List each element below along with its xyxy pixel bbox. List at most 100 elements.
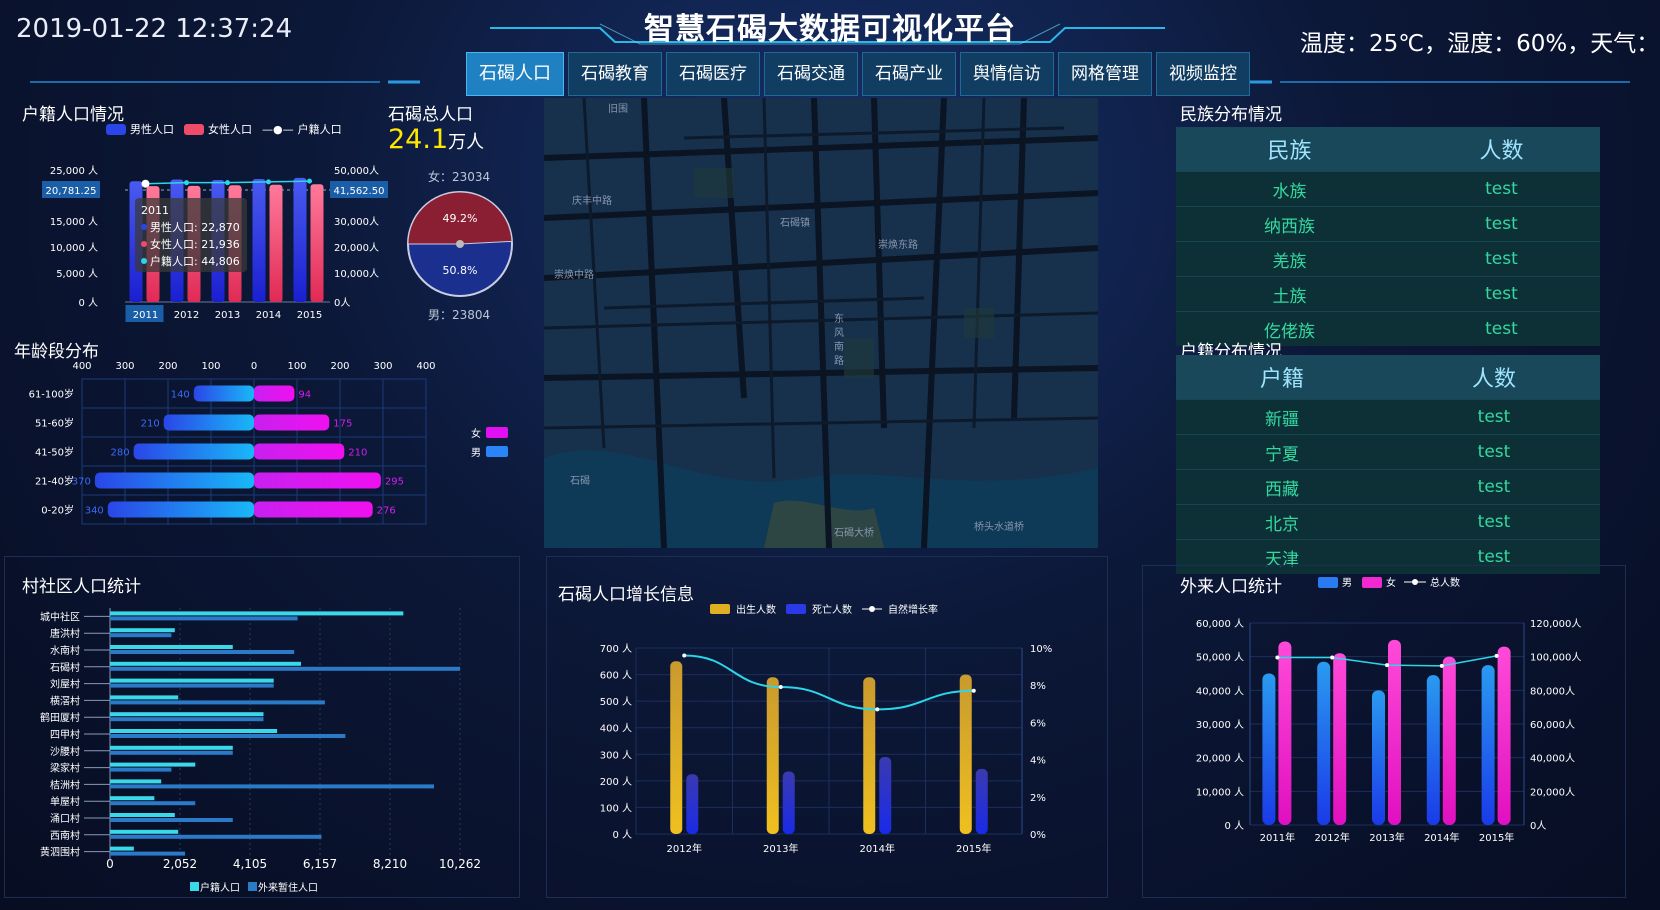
x-tick: 2015 [297, 310, 322, 321]
bar-birth [766, 677, 779, 834]
y2-tick: 4% [1030, 756, 1046, 767]
tab-7[interactable]: 视频监控 [1156, 52, 1250, 96]
table-cell: test [1388, 469, 1600, 505]
legend-label: 户籍人口 [297, 123, 342, 136]
bar-migrant [110, 784, 435, 789]
y-tick: 唐洪村 [50, 627, 80, 640]
x-tick: 4,105 [233, 857, 267, 871]
y-tick: 500 人 [600, 696, 632, 708]
map-label: 石碣大桥 [834, 528, 874, 539]
total-point [266, 179, 271, 185]
tab-1[interactable]: 石碣教育 [568, 52, 662, 96]
bar-death [782, 771, 795, 834]
tab-0[interactable]: 石碣人口 [466, 52, 564, 96]
male-count: 男：23804 [428, 308, 491, 322]
bar-male [1481, 665, 1495, 825]
x-tick: 2011 [133, 310, 158, 321]
y2-tick: 0% [1030, 830, 1046, 841]
x-tick: 2013年 [1369, 831, 1404, 844]
x-tick: 2014年 [1424, 831, 1459, 844]
bar-huji [110, 678, 274, 683]
tab-2[interactable]: 石碣医疗 [666, 52, 760, 96]
tab-3[interactable]: 石碣交通 [764, 52, 858, 96]
table-header: 人数 [1402, 127, 1600, 172]
tooltip-row: 女性人口: 21,936 [150, 237, 240, 251]
tab-4[interactable]: 石碣产业 [862, 52, 956, 96]
weather-text: 温度：25℃，湿度：60%，天气： [1300, 31, 1660, 57]
legend-dot [869, 606, 875, 612]
y-tick: 10,000 人 [50, 242, 98, 254]
bar-migrant [110, 767, 172, 772]
bar-birth [959, 674, 972, 834]
bar-death [975, 768, 988, 834]
tab-5[interactable]: 舆情信访 [960, 52, 1054, 96]
bar-female [254, 501, 373, 518]
y2-tick: 6% [1030, 718, 1046, 729]
y-tick: 单屋村 [50, 795, 80, 808]
map-panel[interactable]: 旧围 庆丰中路 石碣镇 崇焕东路 崇焕中路 东风南路 石碣 石碣大桥 桥头水道桥 [544, 98, 1098, 548]
tooltip-year: 2011 [141, 204, 169, 217]
x-tick: 2012年 [667, 842, 702, 855]
bar-female [1497, 646, 1511, 825]
y-tick: 涌口村 [50, 812, 80, 825]
legend-label: 总人数 [1430, 576, 1460, 589]
table-row: 羌族 test [1176, 241, 1600, 277]
y-tick: 300 人 [600, 749, 632, 761]
table-cell: 水族 [1176, 171, 1403, 207]
bar-huji [110, 695, 179, 700]
y-tick: 0 人 [612, 829, 632, 841]
y-tick: 25,000 人 [50, 165, 98, 177]
y2-tick: 80,000人 [1530, 685, 1575, 697]
y2-tick: 20,000人 [334, 242, 379, 254]
table-header-row: 民族 人数 [1176, 127, 1600, 172]
x-tick: 2013年 [763, 842, 798, 855]
x-tick: 2,052 [163, 857, 197, 871]
female-count: 女：23034 [428, 170, 491, 184]
legend-label: 男性人口 [130, 123, 174, 136]
tab-6[interactable]: 网格管理 [1058, 52, 1152, 96]
y-tick: 600 人 [600, 670, 632, 682]
y-tick: 0-20岁 [41, 504, 74, 517]
household-legend: 男性人口 女性人口 —●— 户籍人口 [106, 121, 342, 137]
map-label: 石碣 [570, 476, 590, 487]
legend-label: 女性人口 [208, 123, 252, 136]
y-tick: 21-40岁 [35, 475, 74, 488]
table-cell: test [1402, 311, 1600, 346]
bar-migrant [110, 801, 196, 806]
bar-male [1426, 675, 1440, 825]
legend-label: 男 [471, 447, 481, 459]
bar-huji [110, 779, 162, 784]
x-tick: 2013 [215, 310, 240, 321]
y-tick: 61-100岁 [29, 388, 74, 401]
huji-table-wrap: 户籍 人数 新疆 test 宁夏 test 西藏 test 北京 test 天津 test [1176, 355, 1600, 574]
y2-tick: 0人 [1530, 820, 1546, 832]
y-tick: 60,000 人 [1196, 618, 1244, 630]
legend-swatch [248, 882, 257, 891]
table-cell: 羌族 [1176, 241, 1403, 277]
legend-label: 自然增长率 [888, 603, 938, 616]
total-point [1439, 663, 1444, 668]
rate-point [778, 685, 783, 690]
bar-female [1278, 641, 1292, 825]
bar-huji [110, 846, 134, 851]
x-tick: 2014年 [860, 842, 895, 855]
table-cell: 纳西族 [1176, 206, 1403, 242]
y-tick: 50,000 人 [1196, 652, 1244, 664]
age-chart: 400 300 200 100 0 100 200 300 400 61-100岁 140 94 51-… [29, 361, 508, 525]
y-tick: 水南村 [50, 644, 80, 657]
x-tick: 400 [72, 361, 91, 372]
y-tick: 0 人 [1224, 820, 1244, 832]
x-tick: 300 [115, 361, 134, 372]
household-chart: 25,000 人 20,781.25 15,000 人 10,000 人 5,000 人… [42, 165, 388, 322]
total-point [307, 178, 312, 184]
legend-swatch [1362, 577, 1382, 588]
x-tick: 100 [287, 361, 306, 372]
legend-dot [1412, 579, 1418, 585]
table-row: 宁夏 test [1176, 434, 1600, 470]
bar-migrant [110, 717, 264, 722]
bar-migrant [110, 851, 186, 856]
bar-label: 370 [72, 477, 91, 488]
bar-male [163, 414, 254, 431]
bar-huji [110, 712, 264, 717]
table-cell: test [1388, 434, 1600, 470]
